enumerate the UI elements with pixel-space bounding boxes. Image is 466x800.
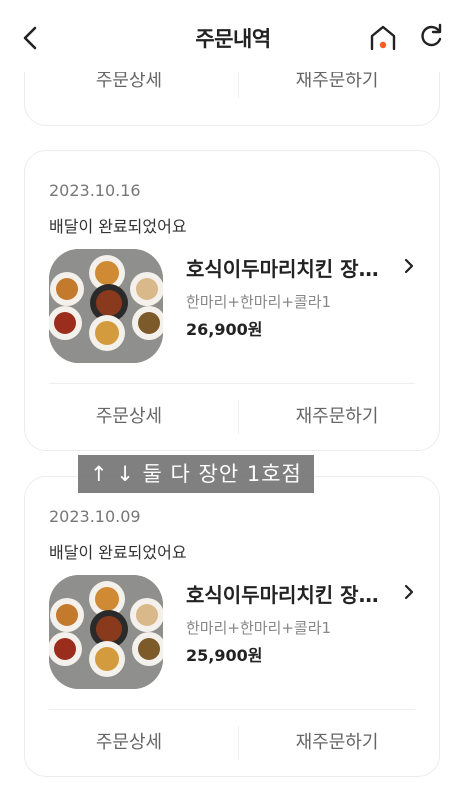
order-date: 2023.10.09 (49, 507, 141, 526)
order-card: 2023.10.16 배달이 완료되었어요 호식이두마리치킨 장… 한마리+한마… (24, 150, 440, 451)
app-header: 주문내역 (0, 0, 466, 72)
store-name[interactable]: 호식이두마리치킨 장… (186, 253, 394, 282)
order-status: 배달이 완료되었어요 (49, 217, 187, 236)
order-actions: 주문상세 재주문하기 (25, 384, 439, 450)
order-detail-button[interactable]: 주문상세 (25, 384, 233, 450)
chevron-right-icon[interactable] (401, 581, 417, 603)
food-thumbnail[interactable] (49, 249, 163, 363)
order-date: 2023.10.16 (49, 181, 141, 200)
order-menu: 한마리+한마리+콜라1 (186, 293, 332, 311)
order-price: 25,900원 (186, 646, 263, 665)
food-image (49, 249, 163, 363)
home-icon[interactable] (369, 24, 397, 52)
refresh-icon[interactable] (418, 23, 444, 51)
reorder-button[interactable]: 재주문하기 (233, 710, 441, 776)
store-name[interactable]: 호식이두마리치킨 장… (186, 579, 394, 608)
order-status: 배달이 완료되었어요 (49, 543, 187, 562)
annotation-label: ↑ ↓ 둘 다 장안 1호점 (78, 455, 314, 493)
food-image (49, 575, 163, 689)
order-price: 26,900원 (186, 320, 263, 339)
food-thumbnail[interactable] (49, 575, 163, 689)
order-card: 2023.10.09 배달이 완료되었어요 호식이두마리치킨 장… 한마리+한마… (24, 476, 440, 777)
order-detail-button[interactable]: 주문상세 (25, 710, 233, 776)
order-actions: 주문상세 재주문하기 (25, 710, 439, 776)
chevron-right-icon[interactable] (401, 255, 417, 277)
reorder-button[interactable]: 재주문하기 (233, 384, 441, 450)
order-menu: 한마리+한마리+콜라1 (186, 619, 332, 637)
